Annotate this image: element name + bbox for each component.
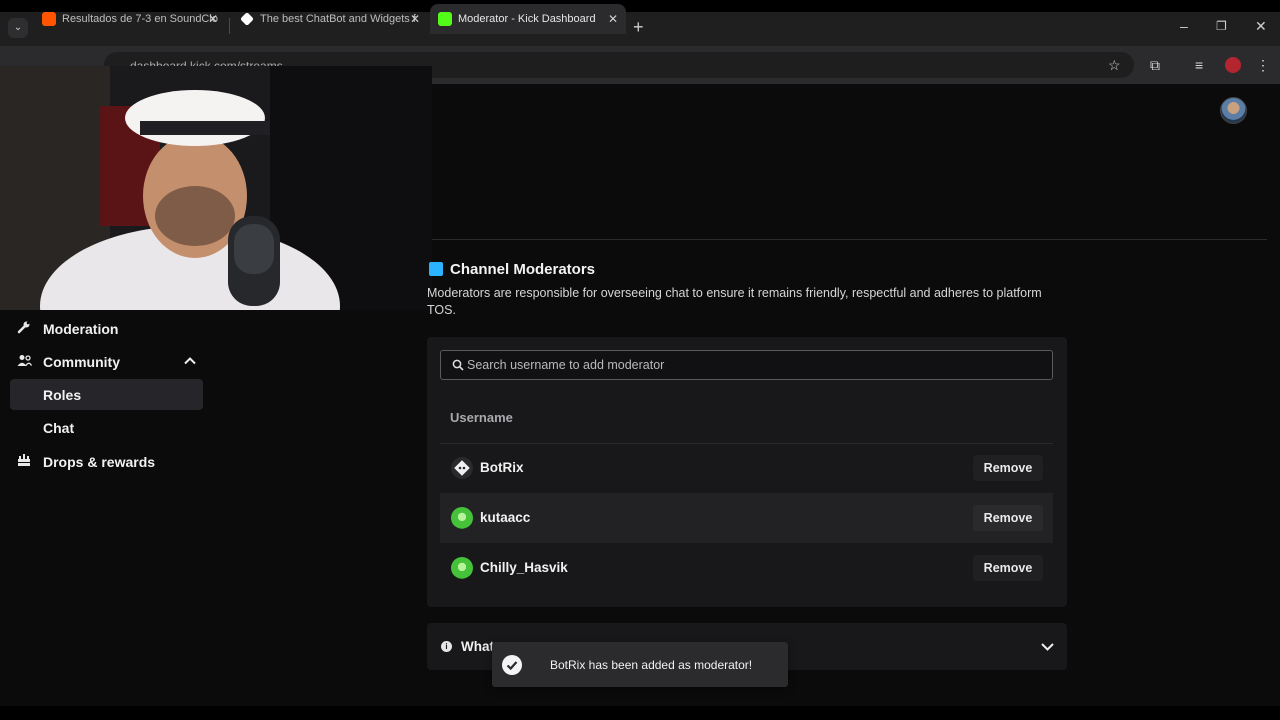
accordion-title: What — [461, 639, 494, 654]
sidebar-item-moderation[interactable]: Moderation — [10, 313, 203, 344]
close-icon[interactable]: ✕ — [208, 12, 218, 26]
page-header — [432, 86, 1280, 240]
sidebar-item-roles[interactable]: Roles — [10, 379, 203, 410]
chevron-up-icon[interactable] — [183, 354, 197, 371]
botrix-icon — [240, 12, 254, 26]
search-input[interactable] — [467, 351, 1037, 379]
sidebar-item-label: Chat — [43, 419, 75, 436]
tab-title: Moderator - Kick Dashboard — [458, 13, 596, 25]
table-row: kutaacc Remove — [440, 493, 1053, 543]
column-header-username: Username — [450, 410, 513, 425]
webcam-image — [0, 66, 432, 310]
sidebar-item-label: Drops & rewards — [43, 453, 156, 470]
screen-bottom-border — [0, 706, 1280, 720]
remove-button[interactable]: Remove — [973, 555, 1043, 581]
tab-botrix[interactable]: The best ChatBot and Widgets f ✕ — [232, 4, 428, 34]
moderator-search[interactable] — [440, 350, 1053, 380]
user-avatar[interactable] — [1220, 97, 1247, 124]
check-icon — [502, 655, 522, 675]
sidebar-item-label: Community — [43, 353, 120, 370]
info-icon: i — [441, 641, 452, 652]
tab-kick-dashboard[interactable]: Moderator - Kick Dashboard ✕ — [430, 4, 626, 34]
user-avatar — [451, 557, 473, 579]
sidebar-item-label: Roles — [43, 386, 82, 403]
section-title: Channel Moderators — [450, 261, 596, 278]
user-avatar — [451, 507, 473, 529]
tab-title: Resultados de 7-3 en SoundClo — [62, 13, 218, 25]
sidebar-item-chat[interactable]: Chat — [10, 412, 203, 443]
extensions-icon[interactable]: ⧉ — [1150, 57, 1160, 74]
tab-search-button[interactable]: ⌄ — [8, 18, 28, 38]
moderator-username: kutaacc — [480, 510, 531, 525]
minimize-icon[interactable]: – — [1180, 18, 1188, 34]
restore-icon[interactable]: ❐ — [1216, 19, 1227, 33]
section-description: Moderators are responsible for overseein… — [427, 286, 1042, 317]
header-divider — [432, 239, 1267, 240]
profile-avatar-icon[interactable] — [1225, 57, 1241, 73]
new-tab-button[interactable]: + — [633, 17, 644, 38]
tab-separator — [229, 18, 230, 34]
bookmark-star-icon[interactable]: ☆ — [1108, 57, 1121, 74]
table-row: BotRix Remove — [440, 443, 1053, 493]
search-icon — [452, 358, 464, 371]
botrix-avatar — [451, 457, 473, 479]
close-icon[interactable]: ✕ — [410, 12, 420, 26]
table-row: Chilly_Hasvik Remove — [440, 543, 1053, 593]
moderator-username: Chilly_Hasvik — [480, 560, 568, 575]
wrench-icon — [16, 320, 32, 337]
chevron-down-icon[interactable] — [1040, 639, 1055, 659]
sidebar-item-drops-rewards[interactable]: Drops & rewards — [10, 446, 203, 477]
sidebar-item-community[interactable]: Community — [10, 346, 203, 377]
success-toast: BotRix has been added as moderator! — [492, 642, 788, 687]
toast-message: BotRix has been added as moderator! — [550, 658, 753, 672]
remove-button[interactable]: Remove — [973, 505, 1043, 531]
moderator-badge-icon — [429, 262, 443, 276]
webcam-overlay — [0, 66, 432, 310]
tab-soundcloud[interactable]: Resultados de 7-3 en SoundClo ✕ — [34, 4, 226, 34]
menu-kebab-icon[interactable]: ⋮ — [1256, 57, 1270, 74]
moderator-username: BotRix — [480, 460, 524, 475]
gift-icon — [16, 453, 32, 470]
media-controls-icon[interactable]: ≡ — [1195, 57, 1203, 73]
window-close-icon[interactable]: ✕ — [1255, 18, 1267, 35]
close-icon[interactable]: ✕ — [608, 12, 618, 26]
soundcloud-icon — [42, 12, 56, 26]
kick-icon — [438, 12, 452, 26]
sidebar-item-label: Moderation — [43, 320, 119, 337]
remove-button[interactable]: Remove — [973, 455, 1043, 481]
tab-title: The best ChatBot and Widgets f — [260, 13, 416, 25]
people-icon — [16, 354, 32, 370]
